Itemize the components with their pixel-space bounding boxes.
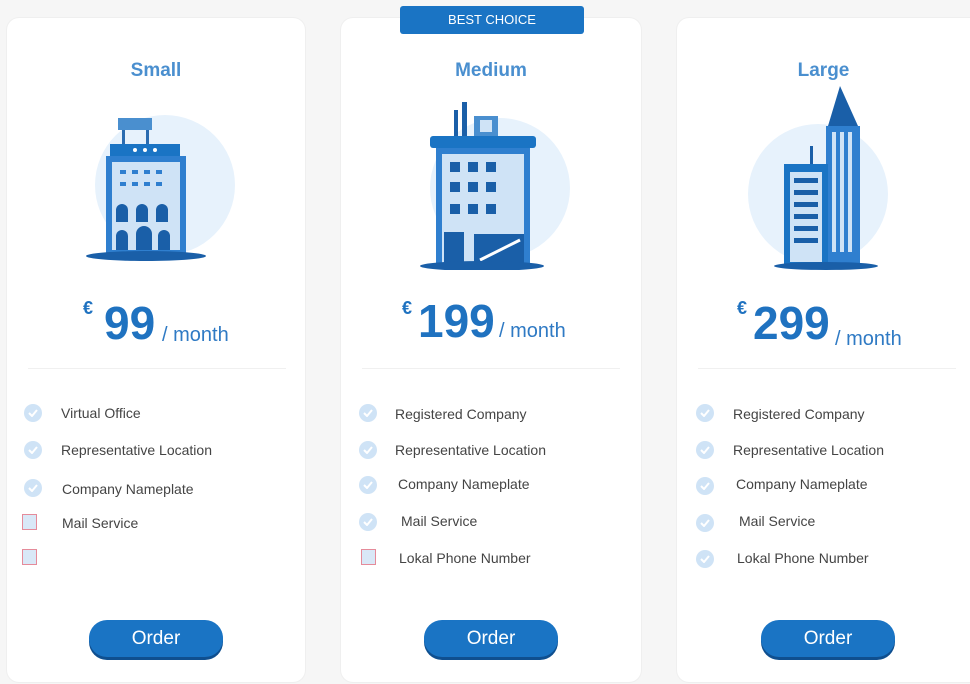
feature-item: Virtual Office [61, 405, 141, 421]
check-icon [24, 479, 42, 497]
price-period: / month [835, 328, 902, 350]
feature-item: Representative Location [61, 442, 212, 458]
medium-building-icon [420, 102, 570, 270]
broken-image-icon [22, 549, 37, 565]
feature-item: Representative Location [395, 442, 546, 458]
check-icon [696, 550, 714, 568]
feature-item: Registered Company [733, 406, 865, 422]
feature-item: Registered Company [395, 406, 527, 422]
feature-item: Company Nameplate [398, 476, 530, 492]
price-period: / month [162, 324, 229, 346]
currency-symbol: € [83, 298, 94, 318]
price-amount: 299 [753, 297, 830, 349]
price-period: / month [499, 320, 566, 342]
order-button-medium[interactable]: Order [424, 620, 558, 657]
check-icon [696, 477, 714, 495]
feature-item: Representative Location [733, 442, 884, 458]
order-button-large[interactable]: Order [761, 620, 895, 657]
feature-item: Mail Service [401, 513, 478, 529]
large-building-icon [748, 86, 888, 270]
check-icon [359, 513, 377, 531]
divider [362, 368, 620, 369]
price-medium: € 199 / month [341, 290, 641, 350]
currency-symbol: € [737, 298, 748, 318]
broken-image-icon [22, 514, 37, 530]
broken-image-icon [361, 549, 376, 565]
feature-item: Lokal Phone Number [737, 550, 869, 566]
plan-title-medium: Medium [455, 60, 527, 81]
feature-item: Company Nameplate [62, 481, 194, 497]
check-icon [696, 514, 714, 532]
plan-title-large: Large [797, 60, 850, 81]
check-icon [24, 441, 42, 459]
price-small: € 99 / month [7, 290, 305, 350]
feature-item: Mail Service [62, 515, 139, 531]
check-icon [359, 404, 377, 422]
feature-item: Mail Service [739, 513, 816, 529]
check-icon [24, 404, 42, 422]
divider [28, 368, 286, 369]
feature-item: Company Nameplate [736, 476, 868, 492]
feature-item: Lokal Phone Number [399, 550, 531, 566]
best-choice-badge: BEST CHOICE [400, 6, 584, 34]
divider [698, 368, 956, 369]
order-button-small[interactable]: Order [89, 620, 223, 657]
small-building-icon [86, 115, 235, 261]
check-icon [359, 476, 377, 494]
check-icon [696, 441, 714, 459]
price-amount: 199 [418, 295, 495, 347]
check-icon [696, 404, 714, 422]
currency-symbol: € [402, 298, 413, 318]
price-amount: 99 [104, 297, 156, 349]
plan-title-small: Small [130, 60, 182, 81]
price-large: € 299 / month [677, 290, 970, 350]
check-icon [359, 441, 377, 459]
